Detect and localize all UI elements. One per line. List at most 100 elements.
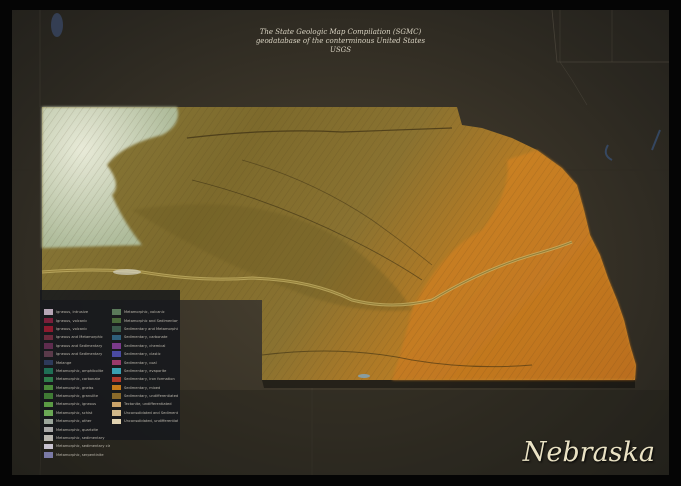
legend-item: Unconsolidated, undifferentiated — [112, 417, 178, 425]
legend-swatch — [44, 368, 53, 374]
legend-label: Metamorphic, igneous — [56, 402, 97, 407]
legend-item: Sedimentary, chemical — [112, 342, 178, 350]
legend-swatch — [112, 334, 121, 341]
legend-label: Unconsolidated, undifferentiated — [124, 419, 178, 424]
legend-item: Metamorphic, amphibolite — [44, 367, 110, 375]
credit-line-1: The State Geologic Map Compilation (SGMC… — [259, 28, 422, 36]
legend-item: Metamorphic, granulite — [44, 392, 110, 400]
legend-swatch — [44, 410, 53, 416]
legend-item: Tectonite, undifferentiated — [112, 400, 178, 408]
legend-label: Tectonite, undifferentiated — [124, 402, 172, 407]
legend-swatch — [44, 326, 53, 332]
legend-label: Metamorphic, amphibolite — [56, 368, 104, 373]
legend-swatch — [44, 351, 53, 357]
legend-swatch — [44, 376, 53, 383]
legend-swatch — [44, 384, 53, 391]
legend-label: Melange — [56, 360, 72, 365]
legend-label: Sedimentary, mixed — [124, 385, 161, 390]
legend-item: Igneous, volcanic — [44, 316, 110, 324]
legend-swatch — [112, 309, 121, 315]
legend-swatch — [44, 418, 53, 425]
legend-label: Sedimentary and Metamorphic — [124, 326, 178, 331]
legend-item: Metamorphic, volcanic — [112, 308, 178, 316]
legend-label: Igneous, volcanic — [56, 326, 88, 331]
map-frame: The State Geologic Map Compilation (SGMC… — [12, 10, 669, 475]
legend-swatch — [44, 443, 53, 450]
legend-swatch — [44, 343, 53, 349]
legend-item: Sedimentary and Metamorphic — [112, 325, 178, 333]
legend-swatch — [112, 401, 121, 408]
legend-item: Metamorphic, serpentinite — [44, 451, 110, 459]
legend-item: Sedimentary, clastic — [112, 350, 178, 358]
legend-label: Sedimentary, chemical — [124, 343, 166, 348]
legend-label: Sedimentary, carbonate — [124, 335, 168, 340]
legend-swatch — [112, 376, 121, 383]
legend-swatch — [44, 401, 53, 408]
legend-label: Metamorphic, gneiss — [56, 385, 94, 390]
legend-swatch — [112, 368, 121, 374]
legend-item: Metamorphic, schist — [44, 409, 110, 417]
legend-item: Melange — [44, 358, 110, 366]
legend-swatch — [112, 343, 121, 349]
legend-swatch — [112, 359, 121, 366]
geology-legend: Igneous, intrusive Igneous, volcanic Igneo… — [40, 290, 180, 458]
legend-swatch — [112, 317, 121, 324]
legend-item: Unconsolidated and Sedimentary — [112, 409, 178, 417]
legend-label: Metamorphic, sedimentary clastic — [56, 444, 110, 449]
legend-label: Metamorphic, granulite — [56, 394, 99, 399]
legend-item: Metamorphic, igneous — [44, 400, 110, 408]
legend-swatch — [44, 334, 53, 341]
legend-item: Metamorphic and Sedimentary — [112, 316, 178, 324]
map-credit: The State Geologic Map Compilation (SGMC… — [12, 28, 669, 55]
legend-swatch — [112, 410, 121, 416]
legend-swatch — [112, 384, 121, 391]
legend-item: Igneous and Metamorphic — [44, 333, 110, 341]
legend-left-column: Igneous, intrusive Igneous, volcanic Igneo… — [44, 308, 110, 459]
legend-label: Metamorphic, volcanic — [124, 310, 165, 315]
legend-label: Metamorphic, quartzite — [56, 427, 99, 432]
legend-swatch — [44, 309, 53, 315]
legend-swatch — [44, 435, 53, 441]
legend-label: Igneous and Sedimentary — [56, 343, 103, 348]
legend-item: Sedimentary, carbonate — [112, 333, 178, 341]
legend-swatch — [44, 317, 53, 324]
legend-label: Sedimentary, coal — [124, 360, 157, 365]
legend-item: Sedimentary, iron formation — [112, 375, 178, 383]
legend-swatch — [112, 418, 121, 425]
legend-item: Metamorphic, other — [44, 417, 110, 425]
legend-item: Igneous and Sedimentary — [44, 342, 110, 350]
legend-label: Sedimentary, evaporite — [124, 368, 167, 373]
legend-item: Sedimentary, mixed — [112, 384, 178, 392]
legend-label: Metamorphic, sedimentary — [56, 436, 105, 441]
legend-item: Metamorphic, gneiss — [44, 384, 110, 392]
credit-line-3: USGS — [329, 46, 352, 54]
legend-label: Igneous and Metamorphic — [56, 335, 103, 340]
legend-label: Metamorphic, serpentinite — [56, 452, 104, 457]
legend-label: Metamorphic, schist — [56, 410, 93, 415]
legend-label: Unconsolidated and Sedimentary — [124, 410, 178, 415]
legend-label: Igneous, intrusive — [56, 310, 89, 315]
legend-swatch — [112, 326, 121, 332]
legend-label: Metamorphic, carbonate — [56, 377, 101, 382]
legend-item: Metamorphic, sedimentary — [44, 434, 110, 442]
legend-swatch — [44, 426, 53, 433]
legend-swatch — [112, 393, 121, 399]
legend-item: Sedimentary, evaporite — [112, 367, 178, 375]
legend-item: Igneous and Sedimentary — [44, 350, 110, 358]
legend-item: Sedimentary, coal — [112, 358, 178, 366]
legend-label: Sedimentary, iron formation — [124, 377, 175, 382]
legend-swatch — [112, 351, 121, 357]
legend-item: Metamorphic, quartzite — [44, 425, 110, 433]
legend-right-column: Metamorphic, volcanic Metamorphic and Sed… — [112, 308, 178, 425]
legend-label: Igneous, volcanic — [56, 318, 88, 323]
legend-item: Sedimentary, undifferentiated — [112, 392, 178, 400]
legend-label: Sedimentary, clastic — [124, 352, 161, 357]
legend-swatch — [44, 452, 53, 458]
legend-item: Igneous, volcanic — [44, 325, 110, 333]
legend-item: Metamorphic, carbonate — [44, 375, 110, 383]
legend-label: Metamorphic and Sedimentary — [124, 318, 178, 323]
legend-item: Igneous, intrusive — [44, 308, 110, 316]
legend-swatch — [44, 359, 53, 366]
legend-label: Igneous and Sedimentary — [56, 352, 103, 357]
legend-label: Metamorphic, other — [56, 419, 92, 424]
